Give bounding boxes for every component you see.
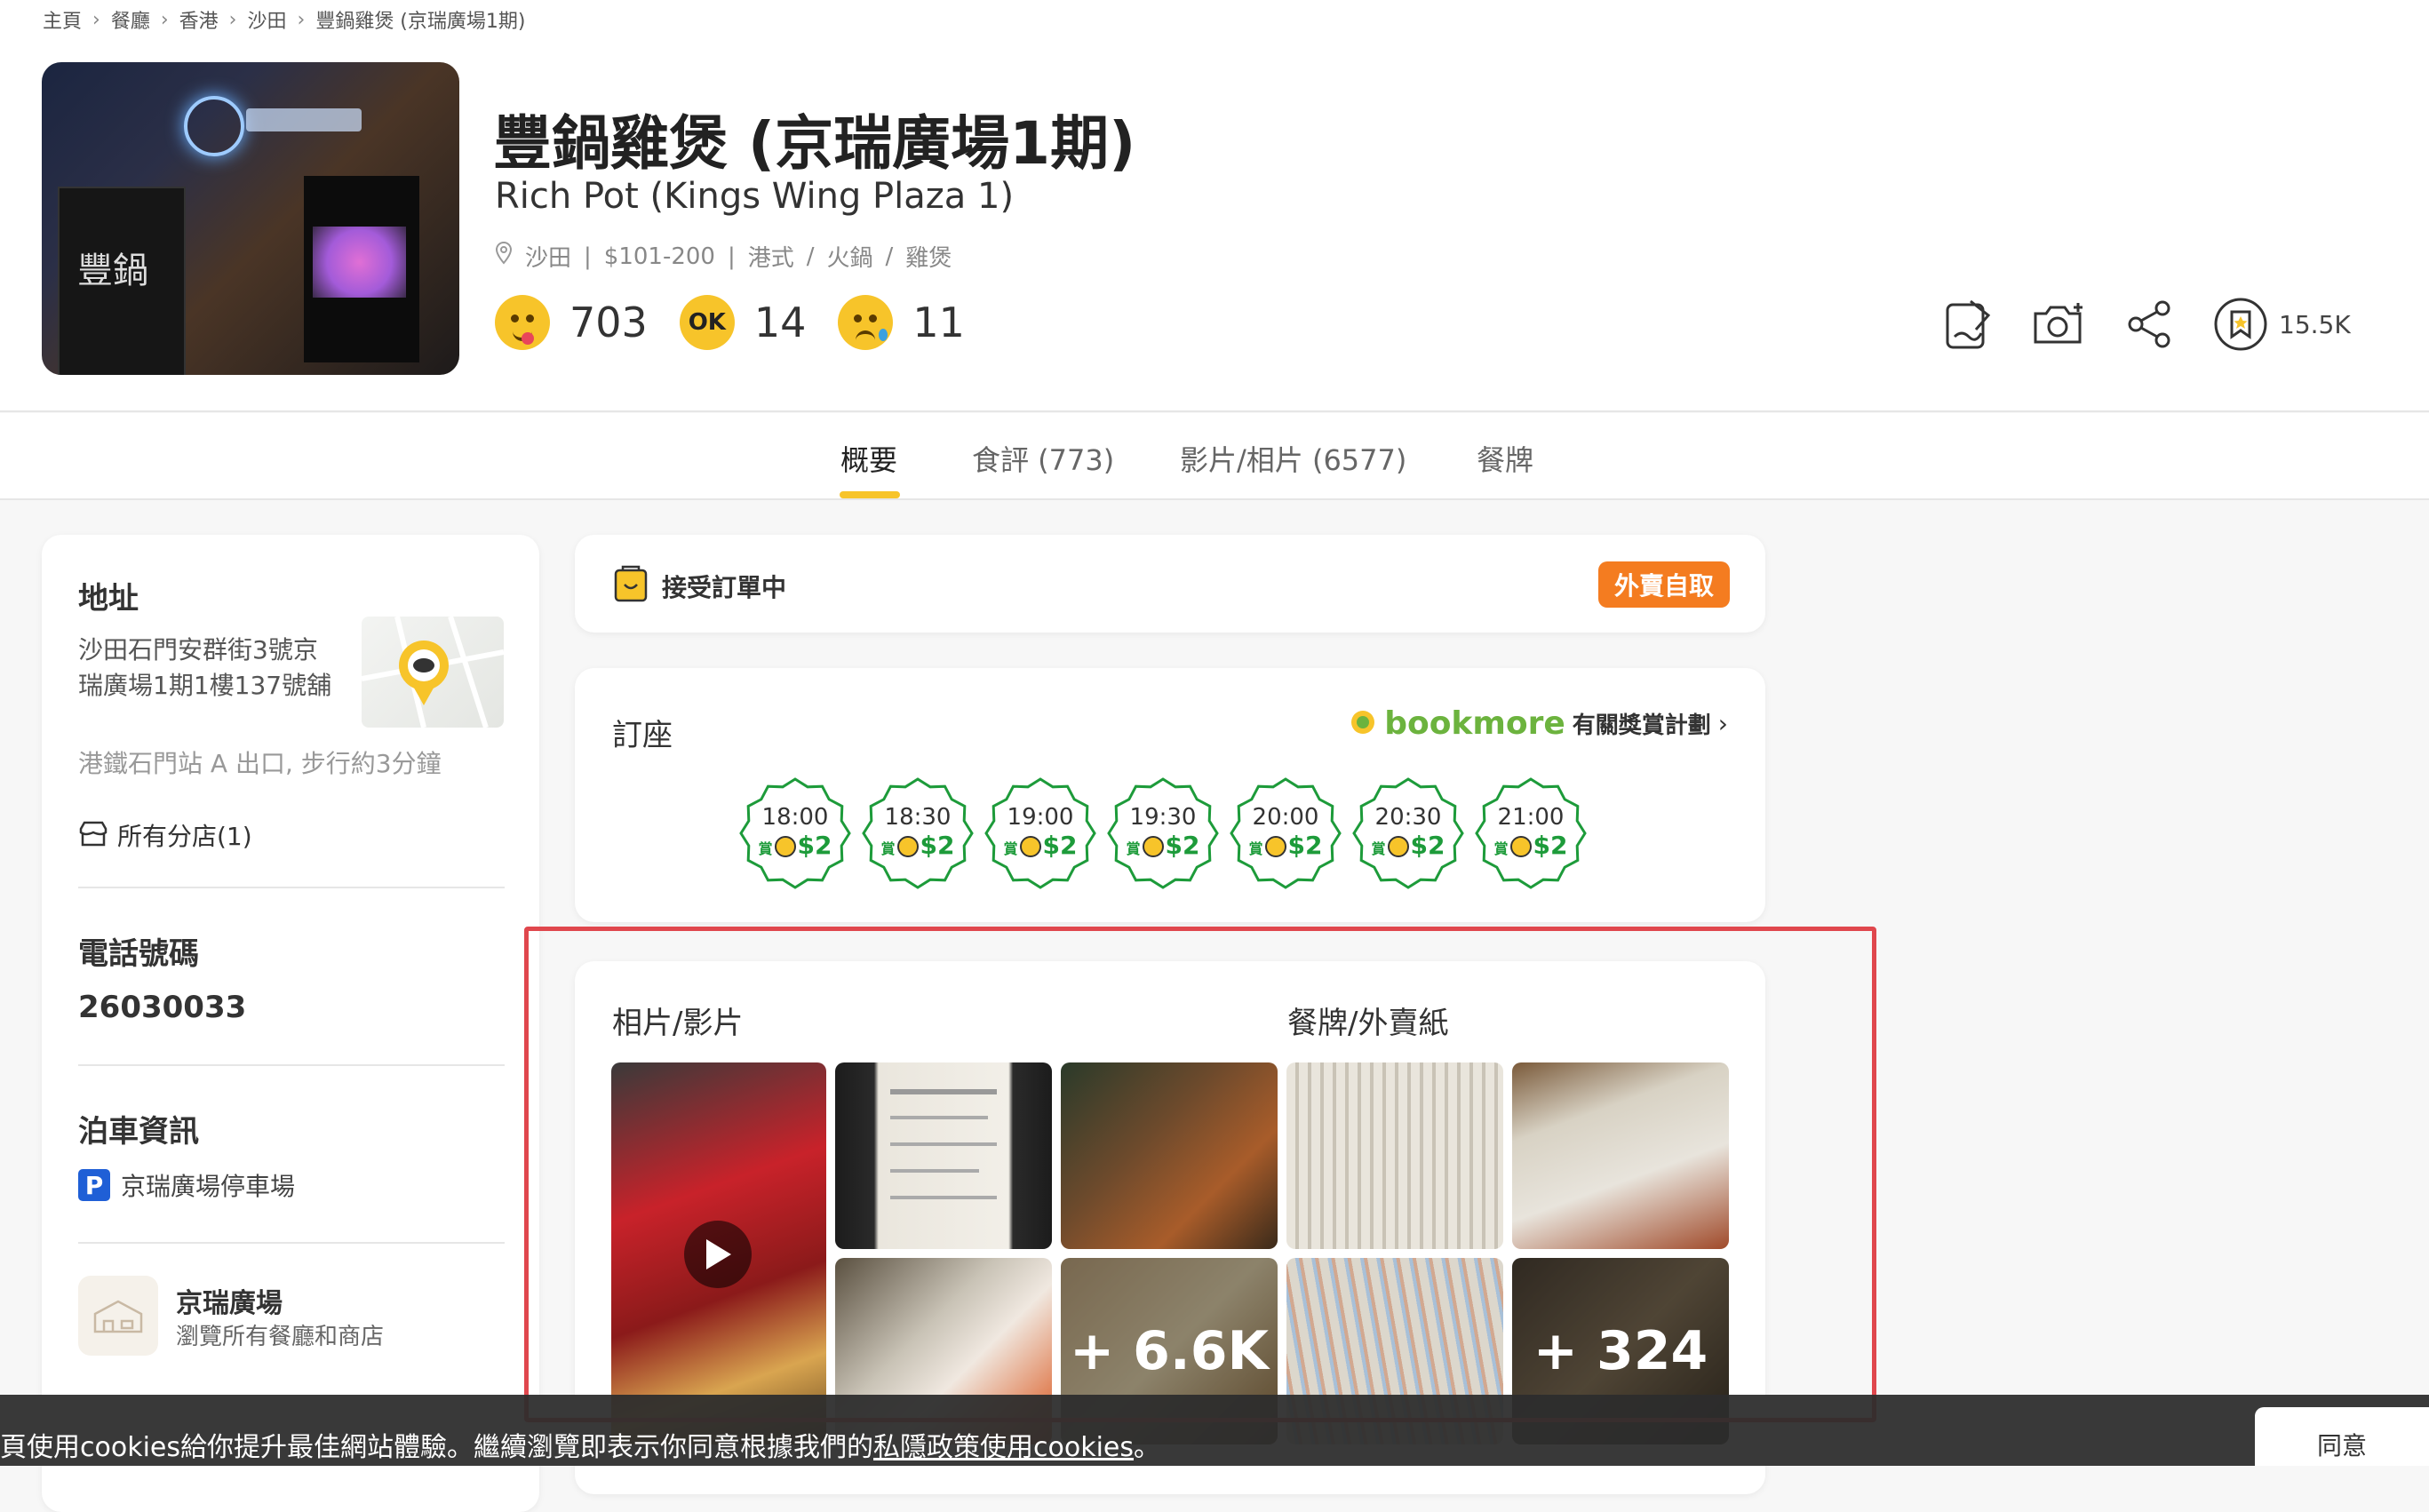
- tab-menu[interactable]: 餐牌: [1477, 438, 1533, 479]
- tab-active-indicator: [840, 491, 900, 498]
- bookmark-count: 15.5K: [2279, 309, 2351, 339]
- address-heading: 地址: [78, 581, 139, 617]
- slot-time: 19:30: [1129, 804, 1197, 831]
- bookmore-brand: bookmore: [1384, 705, 1565, 742]
- bookmore-reward-link[interactable]: bookmore 有關獎賞計劃 ›: [1349, 705, 1728, 742]
- coin-icon: [774, 836, 796, 857]
- slot-reward: 賞 $2: [880, 831, 955, 860]
- order-status: 接受訂單中: [662, 573, 787, 602]
- info-card: 地址 沙田石門安群街3號京 瑞廣場1期1樓137號舖 港鐵石門站 A 出口, 步…: [42, 535, 539, 1512]
- store-icon: [78, 820, 108, 850]
- standing-poster: 豐鍋: [58, 187, 186, 375]
- tab-photos[interactable]: 影片/相片 (6577): [1180, 438, 1406, 479]
- tab-reviews[interactable]: 食評 (773): [972, 438, 1114, 479]
- location-pin-icon: [495, 241, 513, 271]
- slot-time: 20:00: [1252, 804, 1319, 831]
- slot-time: 18:00: [761, 804, 829, 831]
- transport-info: 港鐵石門站 A 出口, 步行約3分鐘: [78, 749, 442, 778]
- cry-face-icon: [838, 295, 894, 350]
- takeaway-badge[interactable]: 外賣自取: [1597, 561, 1730, 608]
- breadcrumb-home[interactable]: 主頁: [43, 5, 82, 34]
- write-review-icon[interactable]: [1941, 297, 1996, 352]
- share-icon[interactable]: [2122, 297, 2178, 352]
- coin-icon: [1509, 836, 1532, 857]
- breadcrumb: 主頁 › 餐廳 › 香港 › 沙田 › 豐鍋雞煲 (京瑞廣場1期): [43, 5, 525, 34]
- phone-heading: 電話號碼: [78, 936, 199, 972]
- bookmark-icon[interactable]: [2213, 297, 2268, 352]
- restaurant-meta: 沙田 | $101-200 | 港式 / 火鍋 / 雞煲: [495, 240, 952, 273]
- chevron-right-icon: ›: [297, 8, 306, 31]
- phone-number[interactable]: 26030033: [78, 990, 246, 1025]
- slot-reward: 賞 $2: [1493, 831, 1568, 860]
- breadcrumb-district[interactable]: 沙田: [247, 5, 286, 34]
- privacy-policy-link[interactable]: 私隱政策使用cookies: [873, 1432, 1134, 1463]
- all-branches-link[interactable]: 所有分店(1): [78, 817, 252, 853]
- slot-reward: 賞 $2: [758, 831, 832, 860]
- smile-count: 703: [569, 298, 648, 346]
- action-toolbar: 15.5K: [1941, 297, 2351, 352]
- slot-reward: 賞 $2: [1126, 831, 1200, 860]
- time-slot[interactable]: 20:00 賞 $2: [1230, 777, 1342, 889]
- tab-overview[interactable]: 概要: [840, 438, 897, 479]
- breadcrumb-hongkong[interactable]: 香港: [179, 5, 219, 34]
- slot-reward: 賞 $2: [1248, 831, 1323, 860]
- coin-icon: [1019, 836, 1041, 857]
- order-card[interactable]: 接受訂單中 外賣自取: [575, 535, 1765, 633]
- category-link[interactable]: 火鍋: [827, 240, 873, 273]
- chevron-right-icon: ›: [1717, 709, 1728, 738]
- price-range[interactable]: $101-200: [604, 243, 715, 270]
- smile-face-icon: [495, 295, 550, 350]
- mall-icon[interactable]: [78, 1276, 158, 1356]
- parking-link[interactable]: P 京瑞廣場停車場: [78, 1167, 295, 1203]
- map-thumbnail[interactable]: [362, 617, 504, 728]
- slot-time: 20:30: [1374, 804, 1442, 831]
- mall-description: 瀏覽所有餐廳和商店: [176, 1324, 385, 1350]
- booking-title: 訂座: [612, 718, 673, 753]
- restaurant-cover-photo[interactable]: 豐鍋: [42, 62, 459, 375]
- time-slot[interactable]: 20:30 賞 $2: [1352, 777, 1464, 889]
- rating-summary: 703 OK 14 11: [495, 295, 997, 350]
- district-link[interactable]: 沙田: [525, 240, 571, 273]
- time-slot[interactable]: 19:30 賞 $2: [1107, 777, 1219, 889]
- time-slot[interactable]: 18:00 賞 $2: [739, 777, 851, 889]
- time-slot[interactable]: 19:00 賞 $2: [984, 777, 1096, 889]
- category-link[interactable]: 雞煲: [905, 240, 952, 273]
- slot-time: 21:00: [1497, 804, 1565, 831]
- slot-reward: 賞 $2: [1371, 831, 1445, 860]
- cookie-text: 頁使用cookies給你提升最佳網站體驗。繼續瀏覽即表示你同意根據我們的私隱政策…: [0, 1432, 1160, 1463]
- coin-icon: [1142, 836, 1164, 857]
- ok-face-icon: OK: [679, 295, 735, 350]
- slot-reward: 賞 $2: [1003, 831, 1078, 860]
- slot-time: 18:30: [884, 804, 952, 831]
- chevron-right-icon: ›: [92, 8, 100, 31]
- address-line-1[interactable]: 沙田石門安群街3號京: [78, 633, 318, 668]
- camera-upload-icon[interactable]: [2032, 297, 2087, 352]
- breadcrumb-restaurants[interactable]: 餐廳: [111, 5, 150, 34]
- cuisine-link[interactable]: 港式: [748, 240, 794, 273]
- slot-time: 19:00: [1007, 804, 1074, 831]
- ok-count: 14: [753, 298, 807, 346]
- coin-icon: [1264, 836, 1286, 857]
- parking-icon: P: [78, 1169, 110, 1201]
- time-slot[interactable]: 18:30 賞 $2: [862, 777, 974, 889]
- address-line-2[interactable]: 瑞廣場1期1樓137號舖: [78, 668, 331, 704]
- coin-icon: [896, 836, 919, 857]
- mall-name[interactable]: 京瑞廣場: [176, 1281, 283, 1320]
- cry-count: 11: [912, 298, 965, 346]
- highlight-box: [524, 927, 1876, 1422]
- coin-icon: [1387, 836, 1409, 857]
- parking-heading: 泊車資訊: [78, 1114, 199, 1150]
- takeaway-bag-icon: [612, 563, 649, 608]
- chevron-right-icon: ›: [160, 8, 169, 31]
- breadcrumb-current: 豐鍋雞煲 (京瑞廣場1期): [315, 11, 526, 33]
- chevron-right-icon: ›: [228, 8, 237, 31]
- cookie-agree-button[interactable]: 同意: [2255, 1407, 2429, 1466]
- time-slot[interactable]: 21:00 賞 $2: [1475, 777, 1587, 889]
- restaurant-name: 豐鍋雞煲 (京瑞廣場1期): [493, 109, 1136, 178]
- restaurant-english-name: Rich Pot (Kings Wing Plaza 1): [495, 176, 1015, 217]
- bookmore-logo-icon: [1349, 708, 1377, 740]
- neon-sign-logo: [184, 96, 244, 156]
- tab-bar: 概要 食評 (773) 影片/相片 (6577) 餐牌: [0, 413, 2429, 500]
